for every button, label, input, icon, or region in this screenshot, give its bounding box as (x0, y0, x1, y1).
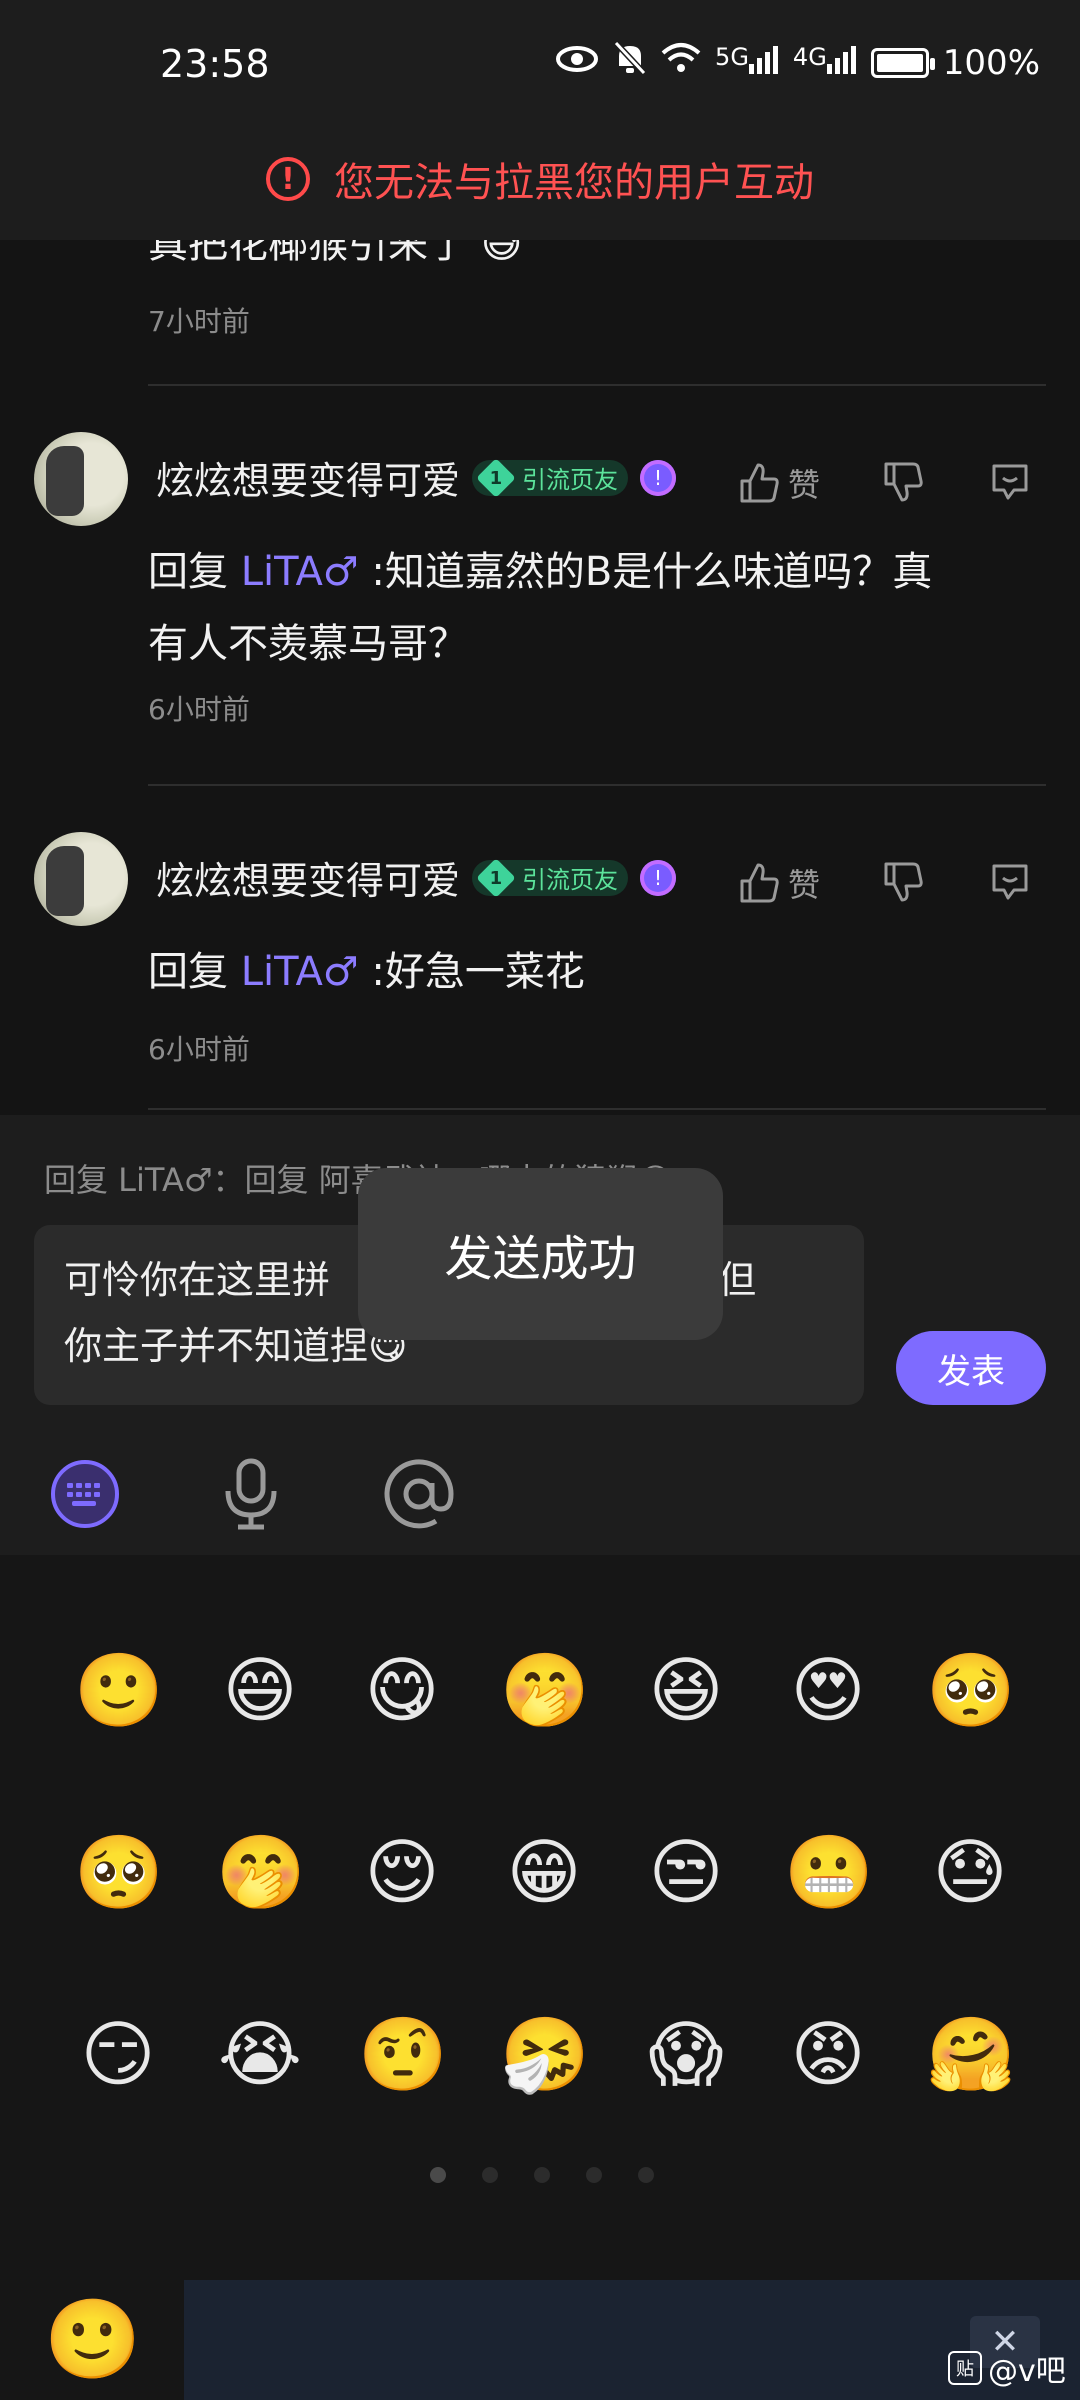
comment-body[interactable]: 回复 LiTA♂ :知道嘉然的B是什么味道吗？真 有人不羡慕马哥？ (148, 536, 1028, 680)
keyboard-icon[interactable] (46, 1455, 124, 1533)
page-dot[interactable] (534, 2167, 550, 2183)
comment-item[interactable]: 炫炫想要变得可爱 1 引流页友 ! 赞 回复 LiTA♂ :好急一菜花 6小时前 (0, 786, 1080, 1106)
partial-comment-text: 真把花椰猴引来了 😅 (148, 240, 522, 280)
username[interactable]: 炫炫想要变得可爱 (156, 850, 460, 905)
alert-icon: ! (266, 157, 310, 201)
battery-icon (870, 47, 935, 78)
like-button[interactable]: 赞 (736, 460, 820, 506)
category-strip (184, 2280, 1080, 2400)
emoji-item[interactable]: 😱 (642, 2010, 730, 2098)
gem-icon: 1 (476, 857, 516, 898)
wifi-icon (661, 41, 701, 84)
thumb-down-icon (884, 462, 923, 502)
eye-icon (555, 43, 599, 83)
battery-percent: 100% (942, 42, 1040, 83)
fan-badge: 1 引流页友 (472, 857, 629, 898)
gem-icon: 1 (476, 457, 516, 498)
page-dot[interactable] (586, 2167, 602, 2183)
comment-header: 炫炫想要变得可爱 1 引流页友 ! (156, 850, 677, 905)
avatar[interactable] (34, 832, 128, 926)
status-time: 23:58 (160, 42, 270, 86)
signal-5g-icon: 5G (715, 43, 779, 83)
composer-toolbar (0, 1445, 1080, 1555)
emoji-item[interactable]: 😡 (784, 2010, 872, 2098)
comment-header: 炫炫想要变得可爱 1 引流页友 ! (156, 450, 677, 505)
mention-link[interactable]: LiTA♂ (241, 549, 359, 595)
emoji-item[interactable]: 🤨 (358, 2010, 448, 2098)
watermark: 贴 @v吧 (948, 2346, 1066, 2390)
tieba-logo-icon: 贴 (948, 2351, 982, 2385)
block-warning-text: 您无法与拉黑您的用户互动 (334, 160, 814, 206)
reply-button[interactable] (988, 460, 1032, 504)
toast-message: 发送成功 (358, 1168, 723, 1340)
level-icon: ! (640, 459, 677, 496)
dislike-button[interactable] (880, 460, 924, 504)
emoji-item[interactable]: 🥺 (926, 1646, 1016, 1734)
like-label: 赞 (788, 466, 821, 504)
page-dot[interactable] (430, 2167, 446, 2183)
emoji-item[interactable]: 😓 (926, 1828, 1014, 1916)
emoji-item[interactable]: 🙂 (74, 1646, 164, 1734)
signal-4g-icon: 4G (793, 43, 857, 83)
divider (148, 1108, 1046, 1110)
comment-item[interactable]: 炫炫想要变得可爱 1 引流页友 ! 赞 回复 LiTA♂ :知道嘉然的B是什么味… (0, 386, 1080, 778)
reply-button[interactable] (988, 860, 1032, 904)
microphone-icon[interactable] (212, 1455, 290, 1533)
dislike-button[interactable] (880, 860, 924, 904)
emoji-item[interactable]: 😁 (500, 1828, 588, 1916)
emoji-item[interactable]: 🥺 (74, 1828, 164, 1916)
comment-time: 6小时前 (148, 1033, 250, 1066)
username[interactable]: 炫炫想要变得可爱 (156, 450, 460, 505)
status-icons: 5G 4G 100% (555, 40, 1040, 85)
comment-body[interactable]: 回复 LiTA♂ :好急一菜花 (148, 936, 1028, 1008)
avatar[interactable] (34, 432, 128, 526)
emoji-item[interactable]: 🤗 (926, 2010, 1016, 2098)
comment-list[interactable]: 真把花椰猴引来了 😅 7小时前 炫炫想要变得可爱 1 引流页友 ! 赞 回复 L… (0, 240, 1080, 1115)
thumb-up-icon (740, 863, 779, 903)
emoji-item[interactable]: 🤧 (500, 2010, 590, 2098)
emoji-item[interactable]: 🤭 (216, 1828, 306, 1916)
comment-icon (992, 464, 1028, 500)
thumb-up-icon (740, 463, 779, 503)
emoji-item[interactable]: 😒 (642, 1828, 730, 1916)
emoji-item[interactable]: 😍 (784, 1646, 872, 1734)
thumb-down-icon (884, 862, 923, 902)
emoji-item[interactable]: 😬 (784, 1828, 874, 1916)
fan-badge: 1 引流页友 (472, 457, 629, 498)
emoji-icon: 😅 (480, 240, 523, 267)
page-dot[interactable] (638, 2167, 654, 2183)
emoji-item[interactable]: 😌 (358, 1828, 446, 1916)
emoji-item[interactable]: 😋 (358, 1646, 446, 1734)
bell-muted-icon (613, 40, 647, 85)
emoji-item[interactable]: 😄 (216, 1646, 304, 1734)
like-label: 赞 (788, 866, 821, 904)
emoji-item[interactable]: 😏 (74, 2010, 162, 2098)
level-icon: ! (640, 859, 677, 896)
at-mention-icon[interactable] (380, 1455, 458, 1533)
comment-time: 7小时前 (148, 305, 250, 338)
mention-link[interactable]: LiTA♂ (241, 949, 359, 995)
like-button[interactable]: 赞 (736, 860, 820, 906)
comment-time: 6小时前 (148, 693, 250, 726)
send-button[interactable]: 发表 (896, 1331, 1046, 1405)
emoji-item[interactable]: 😆 (642, 1646, 730, 1734)
page-dot[interactable] (482, 2167, 498, 2183)
comment-icon (992, 864, 1028, 900)
block-warning-banner: ! 您无法与拉黑您的用户互动 (0, 118, 1080, 240)
emoji-category-tab[interactable]: 🙂 (44, 2292, 141, 2388)
emoji-item[interactable]: 🤭 (500, 1646, 590, 1734)
emoji-item[interactable]: 😭 (216, 2010, 304, 2098)
